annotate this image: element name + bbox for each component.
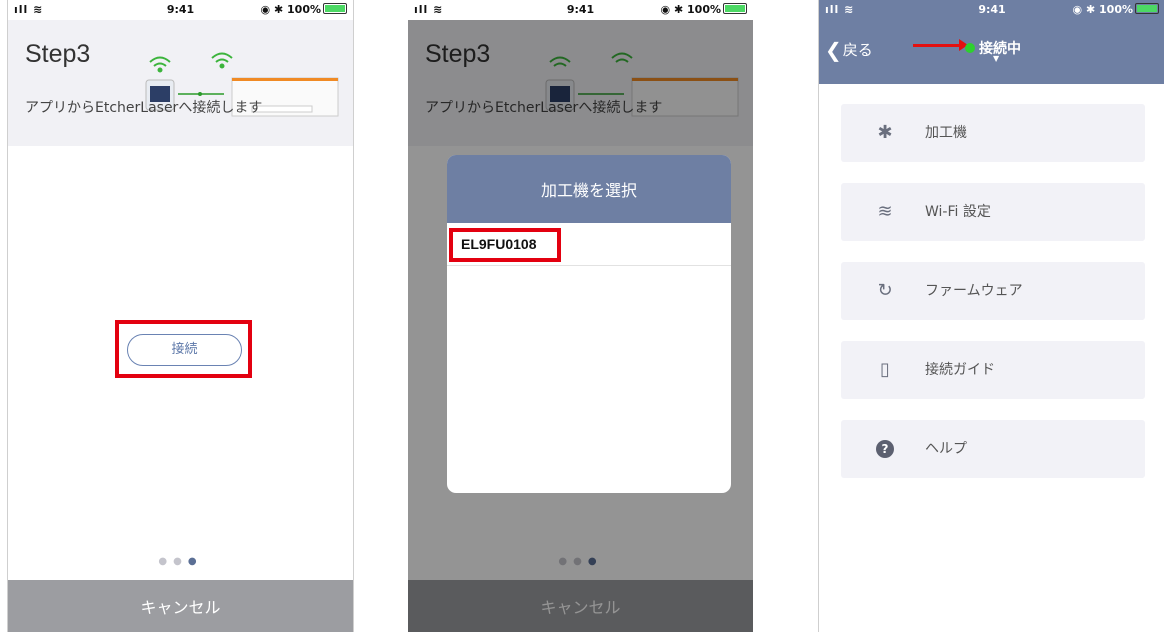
select-machine-dialog: 加工機を選択 EL9FU0108: [447, 155, 731, 493]
menu-item-help[interactable]: ? ヘルプ: [841, 420, 1145, 478]
menu-item-label: 接続ガイド: [925, 362, 995, 378]
help-icon: ?: [876, 440, 894, 458]
caret-down-icon: ▼: [993, 54, 1000, 63]
phone-icon: ▯: [880, 359, 890, 380]
menu-item-label: ファームウェア: [925, 283, 1023, 299]
refresh-icon: ↻: [877, 280, 893, 301]
status-right: ◉ ✱ 100%: [661, 3, 747, 16]
dialog-title: 加工機を選択: [447, 155, 731, 223]
wifi-icon: [149, 52, 233, 73]
screen-select-machine: ıll ≋ 9:41 ◉ ✱ 100% Step3 アプリからEtcherLas…: [408, 0, 753, 632]
status-dot-icon: [965, 43, 975, 53]
menu-item-wifi[interactable]: ≋ Wi-Fi 設定: [841, 183, 1145, 241]
connect-button[interactable]: 接続: [127, 334, 242, 366]
menu-item-label: 加工機: [925, 125, 967, 141]
step-subtitle: アプリからEtcherLaserへ接続します: [25, 100, 263, 116]
battery-icon: [1135, 3, 1159, 14]
menu-item-guide[interactable]: ▯ 接続ガイド: [841, 341, 1145, 399]
gear-icon: ✱: [877, 122, 893, 143]
red-arrow-icon: [913, 39, 968, 51]
status-bar: ıll ≋ 9:41 ◉ ✱ 100%: [408, 0, 753, 20]
status-bar: ıll ≋ 9:41 ◉ ✱ 100%: [8, 0, 353, 20]
help-icon-wrap: ?: [871, 420, 899, 478]
page-indicator: ●●●: [158, 556, 203, 567]
back-button[interactable]: ❮戻る: [825, 38, 873, 62]
wifi-icon: ≋: [877, 201, 893, 222]
connection-status[interactable]: 接続中 ▼: [965, 38, 1021, 63]
battery-icon: [723, 3, 747, 14]
menu-item-machine[interactable]: ✱ 加工機: [841, 104, 1145, 162]
step-title: Step3: [25, 40, 91, 68]
step-header: Step3 アプリからEtcherLaserへ接続します: [8, 20, 353, 146]
menu-item-firmware[interactable]: ↻ ファームウェア: [841, 262, 1145, 320]
chevron-left-icon: ❮: [825, 38, 842, 62]
connection-status-label: 接続中: [979, 41, 1021, 57]
status-right: ◉ ✱ 100%: [1073, 3, 1159, 16]
nav-bar: ıll ≋ 9:41 ◉ ✱ 100% ❮戻る 接続中 ▼: [819, 0, 1164, 84]
highlight-box: [449, 228, 561, 262]
screen-connected-menu: ıll ≋ 9:41 ◉ ✱ 100% ❮戻る 接続中 ▼ ✱ 加工機 ≋ Wi-…: [818, 0, 1164, 632]
menu-item-label: Wi-Fi 設定: [925, 204, 991, 220]
status-right: ◉ ✱ 100%: [261, 3, 347, 16]
battery-icon: [323, 3, 347, 14]
cancel-button[interactable]: キャンセル: [8, 580, 353, 632]
menu-item-label: ヘルプ: [925, 441, 967, 457]
back-label: 戻る: [842, 41, 873, 59]
screen-step3-connect: ıll ≋ 9:41 ◉ ✱ 100% Step3 アプリからEtcherLas…: [7, 0, 354, 632]
status-bar: ıll ≋ 9:41 ◉ ✱ 100%: [819, 0, 1164, 20]
